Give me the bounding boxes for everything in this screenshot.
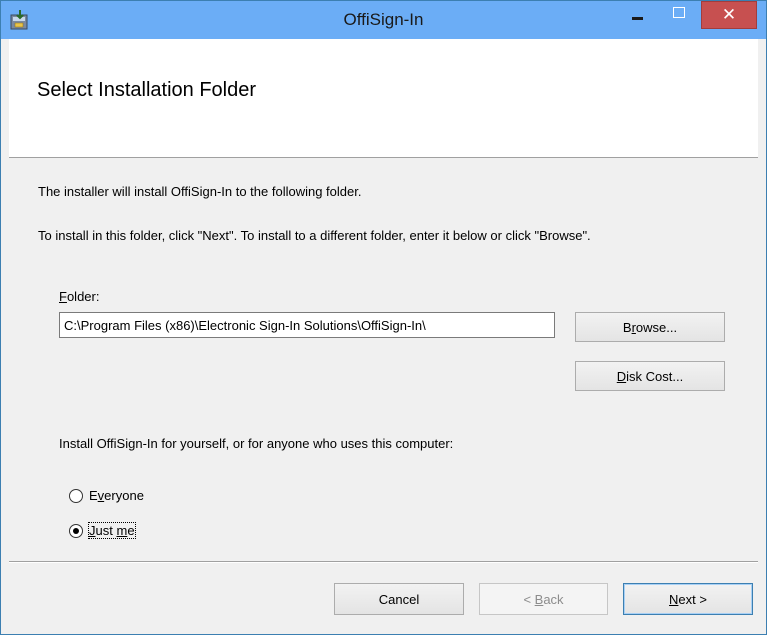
next-label-accel: N bbox=[669, 591, 679, 607]
header-banner: Select Installation Folder bbox=[9, 39, 758, 158]
everyone-label-start: E bbox=[89, 488, 98, 503]
folder-label-text: older: bbox=[66, 289, 100, 304]
everyone-label-end: eryone bbox=[104, 488, 144, 503]
browse-button[interactable]: Browse... bbox=[575, 312, 725, 342]
folder-label-accel: F bbox=[59, 289, 67, 304]
instruction-text: To install in this folder, click "Next".… bbox=[38, 228, 591, 243]
title-bar[interactable]: OffiSign-In ✕ bbox=[1, 1, 766, 39]
just-me-label-mid: ust bbox=[95, 523, 117, 538]
footer-divider-highlight bbox=[9, 562, 758, 563]
back-label-end: ack bbox=[543, 591, 564, 607]
minimize-icon[interactable] bbox=[625, 1, 651, 29]
installer-window: OffiSign-In ✕ Select Installation Folder… bbox=[0, 0, 767, 635]
just-me-label-end: e bbox=[127, 523, 135, 538]
install-scope-text: Install OffiSign-In for yourself, or for… bbox=[59, 436, 454, 451]
intro-text: The installer will install OffiSign-In t… bbox=[38, 184, 362, 199]
back-label-start: < bbox=[523, 591, 535, 607]
folder-label: Folder: bbox=[59, 289, 99, 304]
window-title: OffiSign-In bbox=[343, 10, 424, 29]
next-label-end: ext > bbox=[678, 591, 707, 607]
just-me-radio[interactable] bbox=[69, 524, 83, 538]
just-me-label[interactable]: Just me bbox=[88, 522, 136, 539]
folder-path-input[interactable] bbox=[59, 312, 555, 338]
dialog-body: The installer will install OffiSign-In t… bbox=[9, 158, 758, 561]
back-button[interactable]: < Back bbox=[479, 583, 608, 615]
maximize-icon[interactable] bbox=[665, 1, 693, 29]
browse-label-end: owse... bbox=[635, 319, 678, 335]
page-title: Select Installation Folder bbox=[37, 79, 257, 101]
everyone-label[interactable]: Everyone bbox=[89, 488, 144, 503]
just-me-label-accel2: m bbox=[116, 523, 128, 538]
disk-cost-label-accel: D bbox=[616, 368, 627, 384]
disk-cost-label-end: isk Cost... bbox=[626, 368, 684, 384]
next-button[interactable]: Next > bbox=[623, 583, 753, 615]
browse-label-start: B bbox=[622, 319, 632, 335]
disk-cost-button[interactable]: Disk Cost... bbox=[575, 361, 725, 391]
cancel-button[interactable]: Cancel bbox=[334, 583, 464, 615]
close-icon[interactable]: ✕ bbox=[701, 1, 757, 29]
everyone-radio[interactable] bbox=[69, 489, 83, 503]
